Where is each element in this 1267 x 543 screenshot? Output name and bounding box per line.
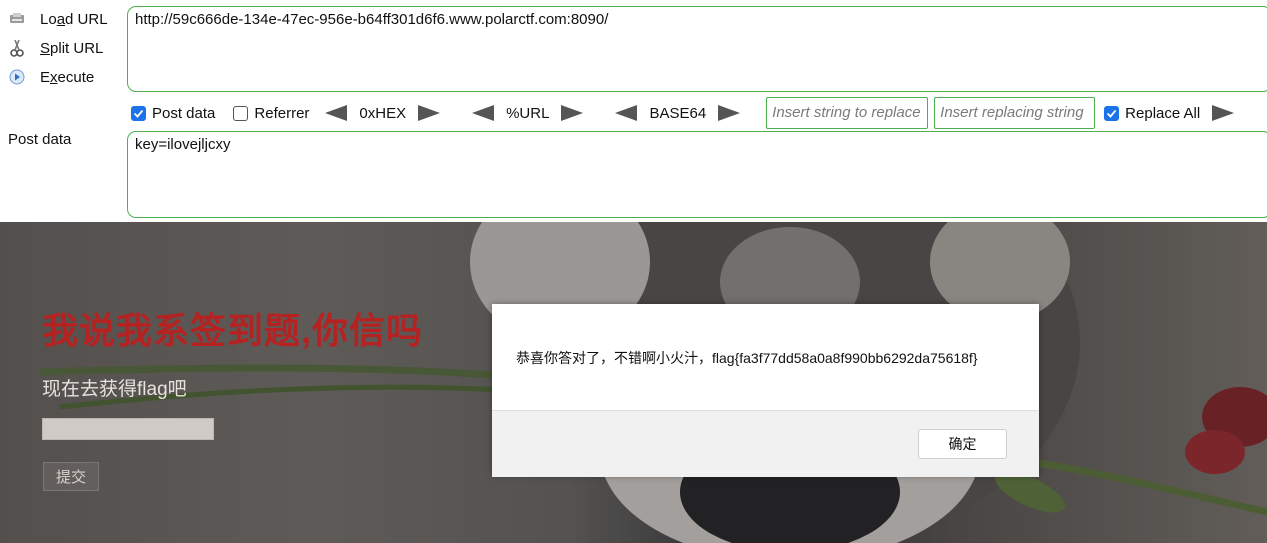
load-url-icon (8, 10, 26, 28)
right-arrow-icon[interactable] (418, 105, 441, 121)
dialog-footer: 确定 (492, 410, 1039, 477)
alert-dialog: 恭喜你答对了，不错啊小火汁，flag{fa3f77dd58a0a8f990bb6… (492, 304, 1039, 477)
referrer-checkbox[interactable]: Referrer (233, 105, 309, 122)
submit-button[interactable]: 提交 (43, 462, 99, 491)
left-arrow-icon[interactable] (615, 105, 638, 121)
right-arrow-icon[interactable] (561, 105, 584, 121)
base64-encoder: BASE64 (615, 105, 741, 122)
replace-from-input[interactable]: Insert string to replace (766, 97, 929, 129)
load-url-button[interactable]: Load URL (8, 7, 108, 31)
split-url-button[interactable]: Split URL (8, 36, 103, 60)
replace-arrow-icon[interactable] (1212, 105, 1235, 121)
hackbar-toolbar: Post data Referrer 0xHEX %URL BASE64 Ins… (131, 97, 1267, 129)
ok-button[interactable]: 确定 (918, 429, 1007, 459)
url-encoder: %URL (472, 105, 584, 122)
checkbox-checked-icon (131, 105, 146, 121)
execute-button[interactable]: Execute (8, 65, 94, 89)
checkbox-unchecked-icon (233, 105, 249, 121)
replace-to-input[interactable]: Insert replacing string (934, 97, 1096, 129)
play-icon (8, 68, 26, 86)
post-data-label: Post data (8, 131, 72, 148)
post-data-checkbox[interactable]: Post data (131, 105, 215, 122)
page-title: 我说我系签到题,你信吗 (42, 310, 424, 351)
left-arrow-icon[interactable] (472, 105, 495, 121)
post-data-input[interactable]: key=ilovejljcxy (127, 131, 1267, 218)
page-subtitle: 现在去获得flag吧 (42, 379, 187, 400)
hex-encoder: 0xHEX (325, 105, 441, 122)
url-input[interactable]: http://59c666de-134e-47ec-956e-b64ff301d… (127, 6, 1267, 92)
replace-all-checkbox[interactable]: Replace All (1104, 105, 1200, 122)
flag-input[interactable] (42, 418, 214, 440)
dialog-message: 恭喜你答对了，不错啊小火汁，flag{fa3f77dd58a0a8f990bb6… (516, 350, 978, 366)
right-arrow-icon[interactable] (718, 105, 741, 121)
checkbox-checked-icon (1104, 105, 1120, 121)
hackbar-panel: Load URL Split URL Execute http://59c666… (0, 0, 1267, 222)
left-arrow-icon[interactable] (325, 105, 348, 121)
scissors-icon (8, 39, 26, 57)
